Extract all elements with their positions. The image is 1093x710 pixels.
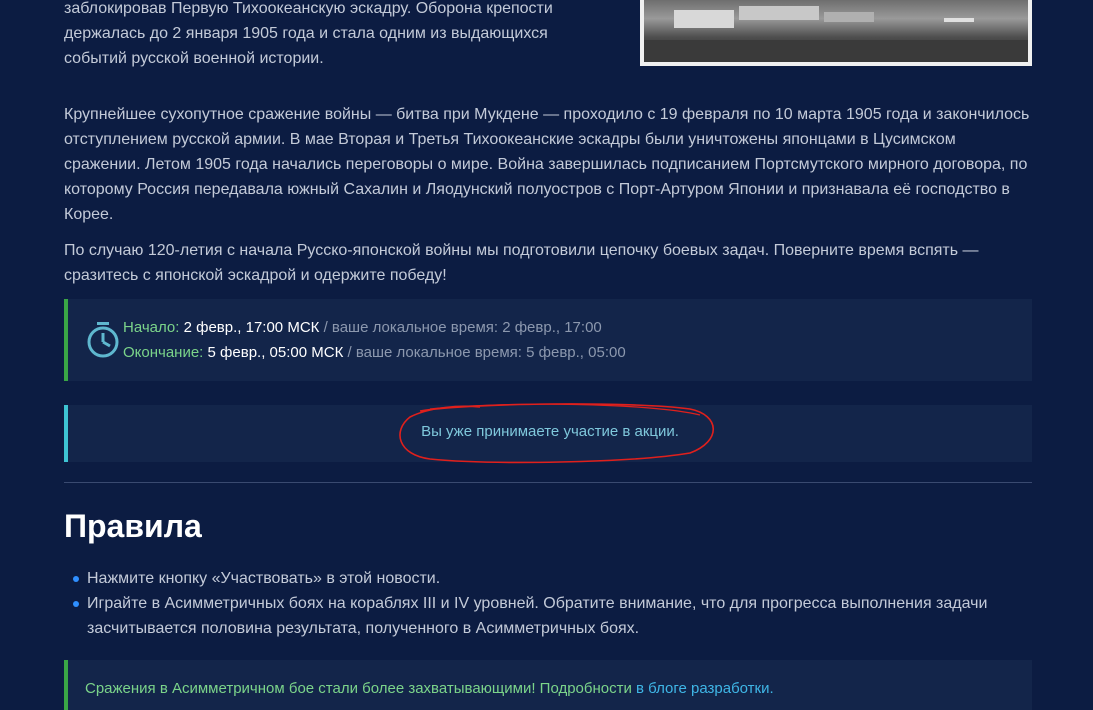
note-body: Сражения в Асимметричном бое стали более…	[85, 680, 637, 697]
start-local-time: / ваше локальное время: 2 февр., 17:00	[323, 319, 602, 336]
dev-blog-note: Сражения в Асимметричном бое стали более…	[64, 660, 1032, 710]
intro-paragraph: заблокировав Первую Тихоокеанскую эскадр…	[64, 0, 553, 67]
bullet-icon	[73, 576, 79, 582]
page: заблокировав Первую Тихоокеанскую эскадр…	[0, 0, 1093, 710]
end-local-time: / ваше локальное время: 5 февр., 05:00	[347, 344, 626, 361]
historical-photo	[640, 0, 1032, 66]
rules-list: Нажмите кнопку «Участвовать» в этой ново…	[64, 566, 1032, 641]
rule-item: Играйте в Асимметричных боях на кораблях…	[64, 591, 1032, 641]
section-divider	[64, 482, 1032, 483]
timer-start-row: Начало: 2 февр., 17:00 МСК / ваше локаль…	[123, 315, 626, 340]
participation-status-box: Вы уже принимаете участие в акции.	[64, 403, 1032, 464]
rules-heading: Правила	[64, 508, 202, 544]
photo-image	[644, 0, 1028, 62]
rule-text: Играйте в Асимметричных боях на кораблях…	[87, 595, 988, 637]
paragraph-mukden: Крупнейшее сухопутное сражение войны — б…	[64, 106, 1030, 223]
end-label: Окончание:	[123, 344, 204, 361]
dev-blog-link[interactable]: в блоге разработки.	[636, 680, 774, 697]
start-label: Начало:	[123, 319, 180, 336]
event-timer-box: Начало: 2 февр., 17:00 МСК / ваше локаль…	[64, 299, 1032, 381]
rule-text: Нажмите кнопку «Участвовать» в этой ново…	[87, 570, 441, 587]
timer-lines: Начало: 2 февр., 17:00 МСК / ваше локаль…	[123, 315, 626, 365]
end-value: 5 февр., 05:00 МСК	[207, 344, 344, 361]
status-message: Вы уже принимаете участие в акции.	[421, 423, 679, 440]
bullet-icon	[73, 601, 79, 607]
stopwatch-icon	[87, 322, 119, 358]
paragraph-anniversary: По случаю 120-летия с начала Русско-япон…	[64, 242, 979, 284]
timer-end-row: Окончание: 5 февр., 05:00 МСК / ваше лок…	[123, 340, 626, 365]
start-value: 2 февр., 17:00 МСК	[183, 319, 320, 336]
rule-item: Нажмите кнопку «Участвовать» в этой ново…	[64, 566, 1032, 591]
note-text: Сражения в Асимметричном бое стали более…	[85, 680, 774, 697]
